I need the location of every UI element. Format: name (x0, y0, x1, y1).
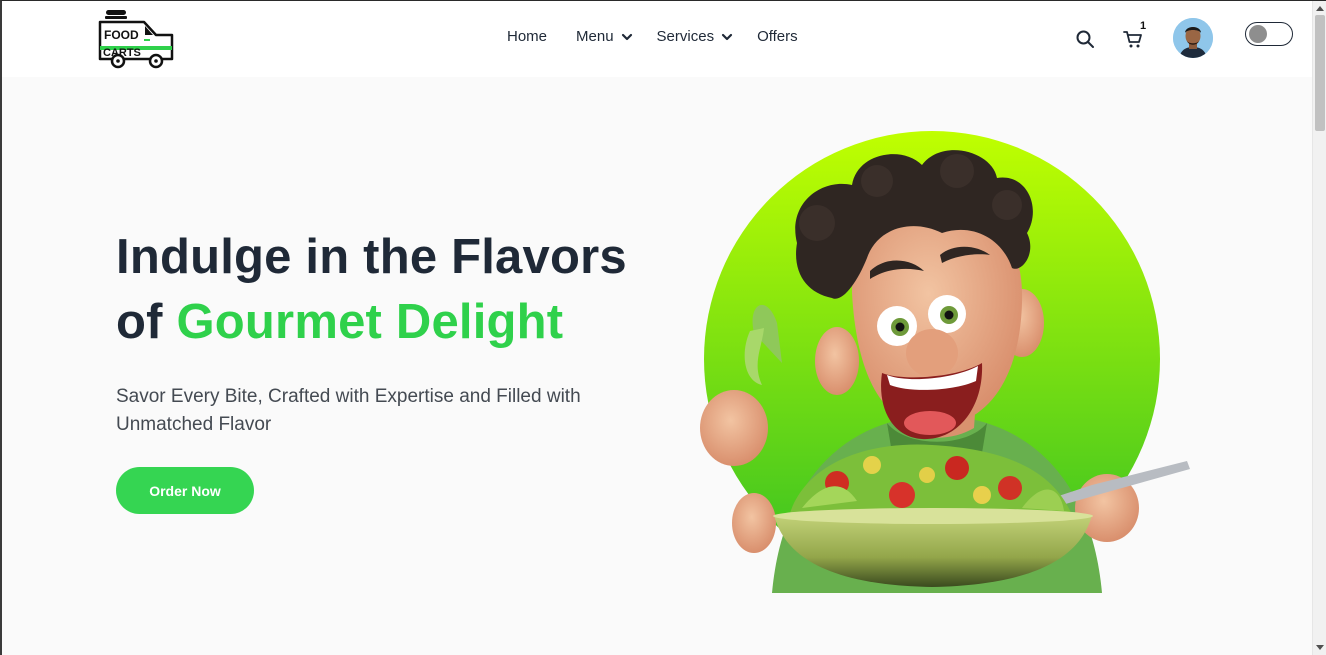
hero-illustration (700, 131, 1190, 593)
nav-services[interactable]: Services (657, 28, 734, 45)
chevron-down-icon (621, 33, 632, 40)
nav-home-label: Home (507, 28, 548, 45)
food-carts-logo[interactable]: FOOD CARTS (98, 9, 176, 69)
nav-menu[interactable]: Menu (576, 28, 633, 45)
cart-icon (1123, 31, 1142, 48)
nav-links: Home Menu Services Offers (507, 28, 798, 45)
scrollbar[interactable] (1312, 1, 1326, 655)
user-photo (1173, 18, 1213, 58)
hero-subtitle: Savor Every Bite, Crafted with Expertise… (116, 386, 581, 435)
nav-home[interactable]: Home (507, 28, 547, 45)
nav-menu-label: Menu (576, 28, 614, 45)
scroll-thumb[interactable] (1315, 15, 1325, 131)
hero-title-prefix: of (116, 295, 177, 349)
nav-offers-label: Offers (757, 28, 798, 45)
cart-count-badge: 1 (1140, 20, 1147, 32)
hero-title: Indulge in the Flavors of Gourmet Deligh… (116, 225, 676, 355)
scroll-up-arrow-icon[interactable] (1316, 5, 1324, 11)
theme-toggle[interactable] (1245, 22, 1293, 46)
search-icon[interactable] (1075, 29, 1095, 49)
chevron-down-icon (721, 33, 733, 40)
toggle-knob (1249, 25, 1267, 43)
order-now-button[interactable]: Order Now (116, 467, 254, 514)
navbar: FOOD CARTS Home Menu Services Offers 1 (2, 1, 1312, 77)
hero-title-accent: Gourmet Delight (176, 295, 564, 349)
logo-text-food: FOOD (104, 28, 139, 42)
scroll-down-arrow-icon[interactable] (1316, 645, 1324, 651)
nav-services-label: Services (656, 28, 715, 45)
hero-title-line1: Indulge in the Flavors (116, 230, 627, 284)
cart-button[interactable]: 1 (1123, 20, 1151, 51)
nav-offers[interactable]: Offers (757, 28, 798, 45)
avatar[interactable] (1173, 18, 1213, 58)
